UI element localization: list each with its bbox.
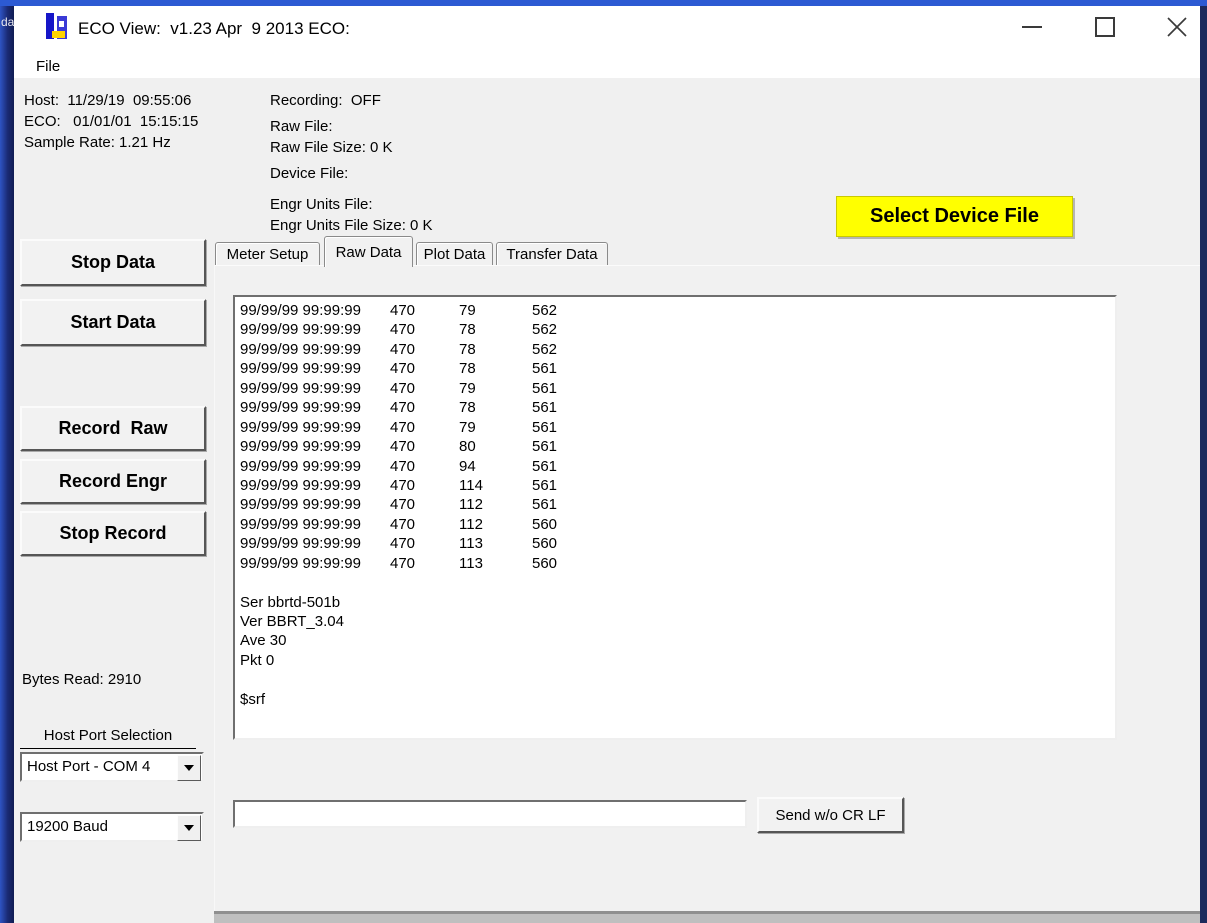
- raw-data-row: 99/99/99 99:99:99470113560: [240, 554, 1115, 573]
- window-top-border: [0, 0, 1207, 6]
- recording-status-label: Recording: OFF: [270, 92, 381, 109]
- raw-data-row: 99/99/99 99:99:9947080561: [240, 437, 1115, 456]
- raw-file-label: Raw File:: [270, 118, 333, 135]
- app-icon: [44, 12, 70, 40]
- device-ave-line: Ave 30: [240, 631, 1115, 650]
- raw-data-row: 99/99/99 99:99:9947078561: [240, 398, 1115, 417]
- close-icon: [1167, 17, 1187, 37]
- minimize-icon: [1022, 26, 1042, 28]
- device-serial-line: Ser bbrtd-501b: [240, 593, 1115, 612]
- raw-data-row: 99/99/99 99:99:99470113560: [240, 534, 1115, 553]
- host-time-label: Host: 11/29/19 09:55:06: [24, 92, 191, 109]
- stop-data-button[interactable]: Stop Data: [20, 239, 206, 286]
- raw-data-row: 99/99/99 99:99:9947078562: [240, 320, 1115, 339]
- device-version-line: Ver BBRT_3.04: [240, 612, 1115, 631]
- host-port-value: Host Port - COM 4: [27, 758, 150, 775]
- background-window-right-edge: [1200, 6, 1207, 923]
- minimize-button[interactable]: [1009, 7, 1055, 47]
- raw-data-row: 99/99/99 99:99:9947078562: [240, 340, 1115, 359]
- raw-file-size-label: Raw File Size: 0 K: [270, 139, 393, 156]
- device-file-label: Device File:: [270, 165, 348, 182]
- record-engr-button[interactable]: Record Engr: [20, 459, 206, 504]
- raw-data-blank-line: [240, 670, 1115, 689]
- record-raw-button[interactable]: Record Raw: [20, 406, 206, 451]
- tab-raw-data[interactable]: Raw Data: [324, 236, 413, 267]
- window-title: ECO View: v1.23 Apr 9 2013 ECO:: [78, 19, 350, 39]
- host-port-selection-label: Host Port Selection: [20, 727, 196, 749]
- engr-units-file-label: Engr Units File:: [270, 196, 373, 213]
- send-without-crlf-button[interactable]: Send w/o CR LF: [757, 797, 904, 833]
- menu-item-file[interactable]: File: [36, 55, 70, 82]
- raw-data-row: 99/99/99 99:99:9947079561: [240, 418, 1115, 437]
- close-button[interactable]: [1154, 7, 1200, 47]
- tab-transfer-data[interactable]: Transfer Data: [496, 242, 608, 265]
- background-window-text-fragment: da: [1, 15, 14, 29]
- bytes-read-label: Bytes Read: 2910: [22, 671, 141, 688]
- title-bar: ECO View: v1.23 Apr 9 2013 ECO: File: [14, 6, 1200, 78]
- host-port-dropdown-button[interactable]: [177, 755, 201, 781]
- baud-rate-dropdown-button[interactable]: [177, 815, 201, 841]
- sample-rate-label: Sample Rate: 1.21 Hz: [24, 134, 171, 151]
- device-pkt-line: Pkt 0: [240, 651, 1115, 670]
- chevron-down-icon: [184, 765, 194, 771]
- maximize-button[interactable]: [1082, 7, 1128, 47]
- raw-data-row: 99/99/99 99:99:9947094561: [240, 457, 1115, 476]
- command-input[interactable]: [237, 804, 745, 824]
- window-bottom-strip: [214, 914, 1207, 923]
- tab-meter-setup[interactable]: Meter Setup: [215, 242, 320, 265]
- command-echo-line: $srf: [240, 690, 1115, 709]
- start-data-button[interactable]: Start Data: [20, 299, 206, 346]
- maximize-icon: [1095, 17, 1115, 37]
- eco-view-app: da ECO View: v1.23 Apr 9 2013 ECO: File …: [0, 0, 1207, 923]
- eco-time-label: ECO: 01/01/01 15:15:15: [24, 113, 198, 130]
- raw-data-blank-line: [240, 573, 1115, 592]
- raw-data-row: 99/99/99 99:99:99470112560: [240, 515, 1115, 534]
- raw-data-row: 99/99/99 99:99:99470114561: [240, 476, 1115, 495]
- raw-data-row: 99/99/99 99:99:9947078561: [240, 359, 1115, 378]
- engr-units-file-size-label: Engr Units File Size: 0 K: [270, 217, 433, 234]
- raw-data-row: 99/99/99 99:99:99470112561: [240, 495, 1115, 514]
- command-input-wrapper: [233, 800, 747, 828]
- raw-data-row: 99/99/99 99:99:9947079561: [240, 379, 1115, 398]
- baud-rate-combobox[interactable]: 19200 Baud: [20, 812, 204, 842]
- chevron-down-icon: [184, 825, 194, 831]
- select-device-file-button[interactable]: Select Device File: [836, 196, 1073, 237]
- raw-data-row: 99/99/99 99:99:9947079562: [240, 301, 1115, 320]
- stop-record-button[interactable]: Stop Record: [20, 511, 206, 556]
- baud-rate-value: 19200 Baud: [27, 818, 108, 835]
- host-port-combobox[interactable]: Host Port - COM 4: [20, 752, 204, 782]
- background-window-left-edge: da: [0, 0, 14, 923]
- tab-plot-data[interactable]: Plot Data: [416, 242, 493, 265]
- raw-data-textarea[interactable]: 99/99/99 99:99:9947079562 99/99/99 99:99…: [233, 295, 1117, 740]
